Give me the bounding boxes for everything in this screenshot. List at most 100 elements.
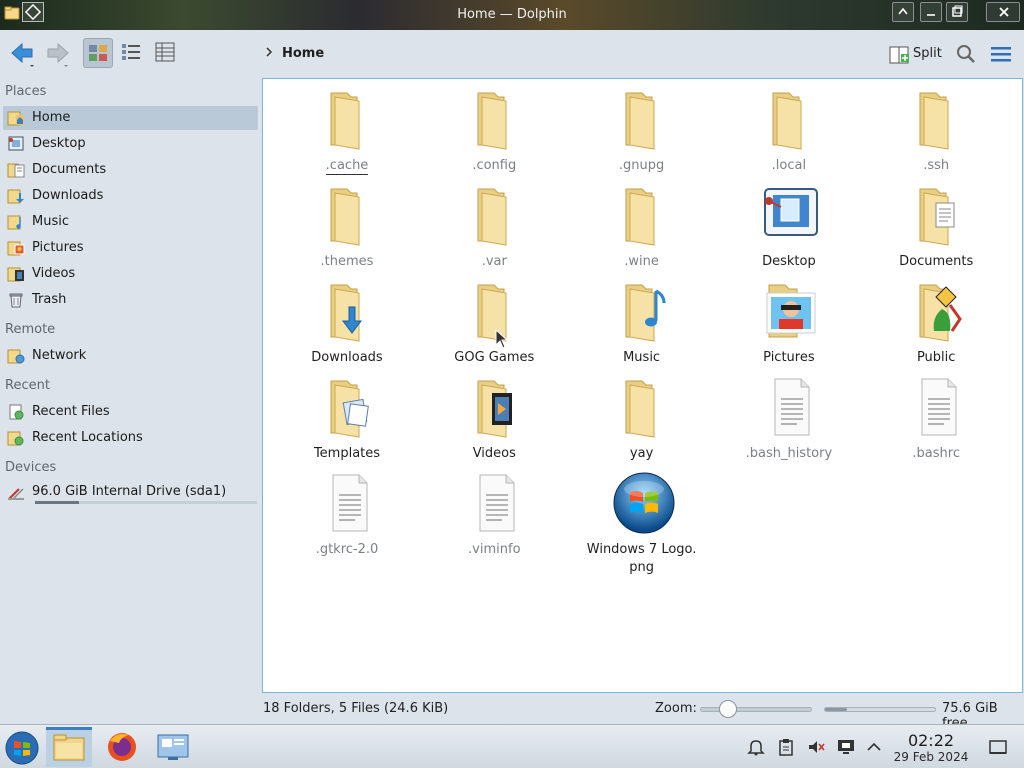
folder-icon — [612, 183, 676, 247]
text-file-icon — [464, 471, 528, 535]
public-folder-icon — [906, 279, 970, 343]
videos-folder-icon — [464, 375, 528, 439]
network-folder-icon — [7, 347, 25, 365]
videos-folder-icon — [7, 265, 25, 283]
notifications-icon[interactable] — [746, 737, 766, 757]
file-name-label: .config — [472, 158, 517, 173]
recent-locations-icon — [7, 429, 25, 447]
file-name-label: Templates — [313, 446, 381, 461]
folder-icon — [612, 375, 676, 439]
file-name-label: Public — [916, 350, 956, 365]
breadcrumb-chevron-icon[interactable] — [264, 45, 274, 63]
zoom-slider[interactable] — [700, 707, 812, 712]
file-name-label: .ssh — [923, 158, 950, 173]
section-devices: Devices — [5, 460, 57, 475]
window-title: Home — Dolphin — [457, 7, 567, 22]
text-file-icon — [317, 471, 381, 535]
title-bar[interactable]: Home — Dolphin — [0, 0, 1024, 30]
sidebar-item-downloads[interactable]: Downloads — [3, 184, 258, 208]
home-folder-icon — [7, 109, 25, 127]
folder-icon — [317, 87, 381, 151]
folder-icon — [906, 87, 970, 151]
search-icon[interactable] — [955, 43, 977, 69]
clock[interactable]: 02:22 29 Feb 2024 — [886, 732, 976, 765]
split-view-icon — [889, 46, 909, 64]
compact-view-icon — [122, 44, 140, 60]
file-view[interactable]: .cache .config .gnupg .local .ssh .theme… — [262, 78, 1023, 693]
downloads-folder-icon — [7, 187, 25, 205]
sidebar-item-pictures[interactable]: Pictures — [3, 236, 258, 260]
sidebar-item-home[interactable]: Home — [3, 106, 258, 130]
details-view-button[interactable] — [151, 38, 181, 68]
file-name-label: Downloads — [311, 350, 383, 365]
folder-summary: 18 Folders, 5 Files (24.6 KiB) — [263, 701, 449, 716]
compact-view-button[interactable] — [117, 38, 147, 68]
hard-drive-icon — [7, 483, 25, 501]
file-name-label: yay — [629, 446, 654, 461]
breadcrumb-home[interactable]: Home — [282, 46, 324, 61]
clipboard-icon[interactable] — [776, 737, 796, 757]
file-name-label: Music — [623, 350, 661, 365]
system-settings-icon — [157, 734, 189, 760]
downloads-folder-icon — [317, 279, 381, 343]
split-label: Split — [913, 46, 942, 61]
back-button[interactable] — [8, 38, 38, 68]
file-name-label: .bash_history — [745, 446, 833, 461]
sidebar-item-documents[interactable]: Documents — [3, 158, 258, 182]
file-name-label: .viminfo — [468, 542, 521, 557]
sidebar-item-videos[interactable]: Videos — [3, 262, 258, 286]
maximize-button[interactable] — [946, 2, 968, 22]
file-name-label: Windows 7 Logo. png — [586, 542, 697, 575]
keep-above-button[interactable] — [892, 2, 914, 22]
pictures-folder-icon — [759, 279, 823, 343]
arrow-right-icon — [47, 42, 69, 67]
start-menu-button[interactable] — [0, 727, 46, 767]
show-desktop-icon[interactable] — [988, 737, 1008, 757]
sidebar-item-recent-files[interactable]: Recent Files — [3, 400, 258, 424]
section-places: Places — [5, 84, 47, 99]
sidebar-item-recent-locations[interactable]: Recent Locations — [3, 426, 258, 450]
file-name-label: Documents — [899, 254, 974, 269]
templates-folder-icon — [317, 375, 381, 439]
section-recent: Recent — [5, 378, 50, 393]
zoom-label: Zoom: — [655, 701, 697, 716]
places-panel: Places Home Desktop Documents Downloads … — [0, 78, 262, 698]
file-name-label: .local — [771, 158, 807, 173]
sidebar-item-trash[interactable]: Trash — [3, 288, 258, 312]
file-name-label: .var — [481, 254, 507, 269]
sidebar-item-internal-drive[interactable]: 96.0 GiB Internal Drive (sda1) — [3, 480, 258, 508]
chevron-up-icon[interactable] — [864, 737, 884, 757]
mouse-cursor-icon — [495, 328, 509, 353]
forward-button[interactable] — [42, 38, 72, 68]
drive-usage-bar — [35, 501, 257, 504]
file-name-label: Pictures — [763, 350, 815, 365]
folder-icon — [464, 183, 528, 247]
file-name-label: Desktop — [762, 254, 816, 269]
icons-view-icon — [89, 45, 107, 61]
windows-start-icon — [5, 731, 39, 765]
file-name-label: .gnupg — [618, 158, 665, 173]
pictures-folder-icon — [7, 239, 25, 257]
taskbar-system-settings[interactable] — [150, 727, 196, 767]
icons-view-button[interactable] — [83, 38, 113, 68]
documents-folder-icon — [906, 183, 970, 247]
minimize-button[interactable] — [920, 2, 942, 22]
sidebar-item-network[interactable]: Network — [3, 344, 258, 368]
close-button[interactable] — [986, 2, 1020, 22]
taskbar-dolphin[interactable] — [46, 727, 92, 767]
sidebar-item-desktop[interactable]: Desktop — [3, 132, 258, 156]
arrow-left-icon — [11, 42, 34, 67]
hamburger-menu-icon[interactable] — [989, 43, 1013, 69]
sidebar-item-music[interactable]: Music — [3, 210, 258, 234]
zoom-slider-handle[interactable] — [719, 700, 737, 718]
free-space-bar — [824, 707, 936, 712]
text-file-icon — [906, 375, 970, 439]
volume-muted-icon[interactable] — [806, 737, 826, 757]
music-folder-icon — [7, 213, 25, 231]
file-name-label: .gtkrc-2.0 — [315, 542, 379, 557]
firefox-icon — [108, 733, 136, 761]
taskbar-firefox[interactable] — [99, 727, 145, 767]
file-name-label: .wine — [624, 254, 659, 269]
file-name-label: Videos — [472, 446, 516, 461]
display-icon[interactable] — [836, 737, 856, 757]
